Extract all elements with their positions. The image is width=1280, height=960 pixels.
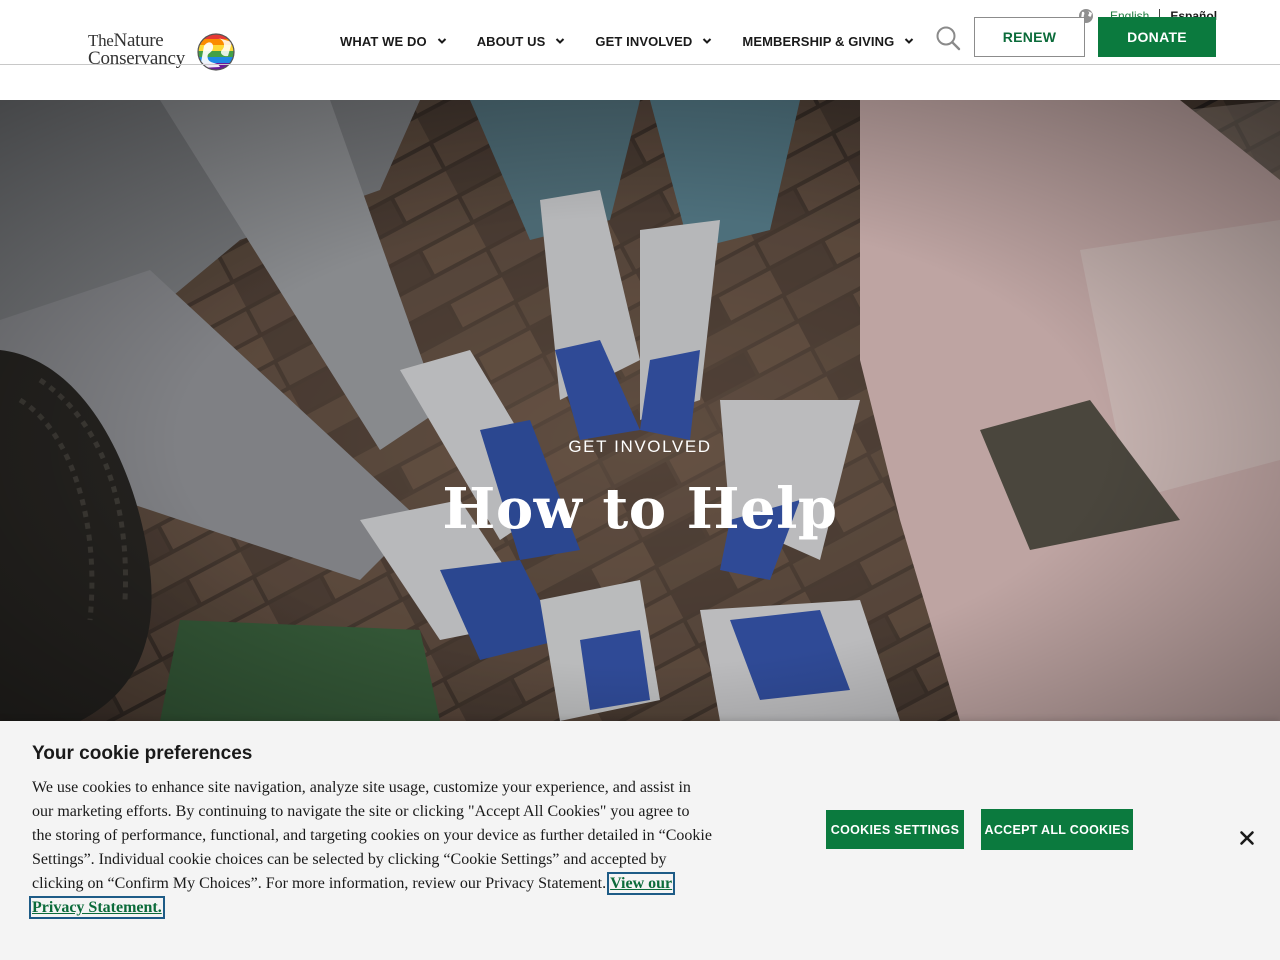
cookie-banner: Your cookie preferences We use cookies t…	[0, 721, 1280, 960]
logo-wordmark: TheNature Conservancy	[88, 31, 185, 69]
nav-item-membership-giving[interactable]: MEMBERSHIP & GIVING	[742, 34, 914, 49]
header-divider	[0, 64, 1280, 65]
nav-label: WHAT WE DO	[340, 33, 427, 49]
rainbow-globe-icon	[197, 33, 235, 71]
cookie-banner-body: We use cookies to enhance site navigatio…	[28, 776, 712, 920]
close-icon[interactable]	[1238, 829, 1256, 847]
tnc-logo[interactable]: TheNature Conservancy	[88, 30, 238, 78]
cookie-banner-title: Your cookie preferences	[32, 743, 253, 764]
donate-button[interactable]: DONATE	[1098, 17, 1216, 57]
hero-title: How to Help	[442, 476, 838, 542]
nav-item-what-we-do[interactable]: WHAT WE DO	[340, 34, 447, 49]
main-nav: WHAT WE DO ABOUT US GET INVOLVED MEMBERS…	[340, 30, 944, 52]
search-icon[interactable]	[935, 25, 961, 51]
chevron-down-icon	[905, 38, 914, 44]
site-header: TheNature Conservancy WHAT WE DO ABOUT U…	[0, 0, 1280, 100]
logo-line2: Conservancy	[88, 48, 185, 69]
nav-item-about-us[interactable]: ABOUT US	[477, 34, 566, 49]
nav-label: GET INVOLVED	[595, 33, 693, 49]
chevron-down-icon	[703, 38, 712, 44]
chevron-down-icon	[437, 38, 446, 44]
accept-all-cookies-button[interactable]: ACCEPT ALL COOKIES	[981, 809, 1133, 850]
hero-eyebrow: GET INVOLVED	[568, 437, 712, 456]
hero-photo	[0, 100, 1280, 721]
nav-label: MEMBERSHIP & GIVING	[742, 33, 895, 49]
nav-item-get-involved[interactable]: GET INVOLVED	[595, 34, 712, 49]
cookies-settings-button[interactable]: COOKIES SETTINGS	[826, 810, 964, 849]
chevron-down-icon	[556, 38, 565, 44]
nav-label: ABOUT US	[476, 33, 546, 49]
hero-banner: GET INVOLVED How to Help	[0, 100, 1280, 721]
renew-button[interactable]: RENEW	[974, 17, 1085, 57]
